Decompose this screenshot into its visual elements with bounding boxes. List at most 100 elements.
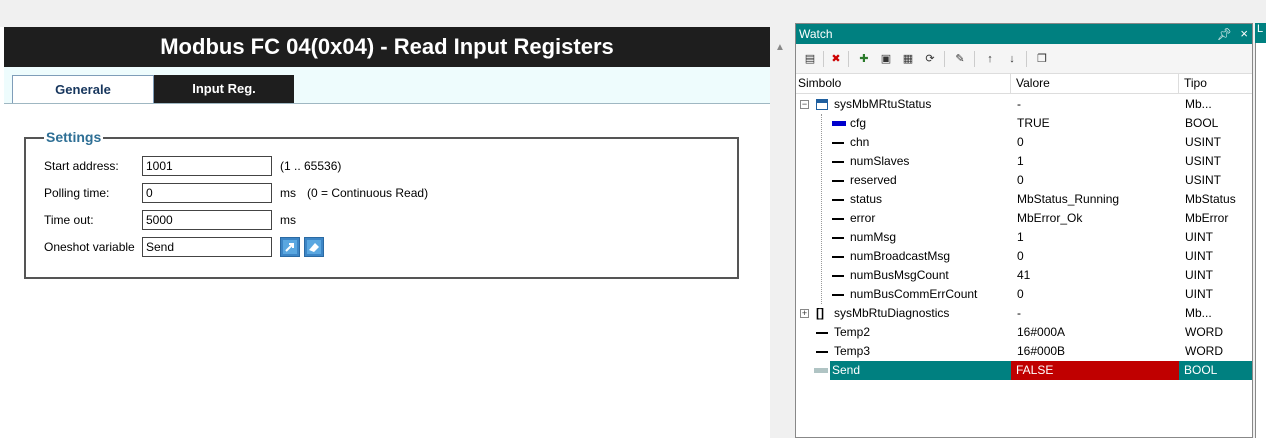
tab-input-reg[interactable]: Input Reg. xyxy=(154,75,294,104)
variable-icon xyxy=(832,256,844,258)
row-symbol-cell: cfg xyxy=(796,114,1011,133)
table-row[interactable]: status MbStatus_Running MbStatus xyxy=(796,190,1252,209)
toolbar-divider xyxy=(1026,51,1027,67)
variable-icon xyxy=(832,180,844,182)
arrow-select-icon xyxy=(283,240,297,254)
toolbar-divider xyxy=(823,51,824,67)
expand-icon[interactable]: + xyxy=(800,309,809,318)
row-symbol-cell: chn xyxy=(796,133,1011,152)
row-type: WORD xyxy=(1185,344,1223,358)
clear-variable-button[interactable] xyxy=(304,237,324,257)
row-symbol-cell: + [] sysMbRtuDiagnostics xyxy=(796,304,1011,323)
row-type: BOOL xyxy=(1185,116,1219,130)
clear-icon[interactable]: ✎ xyxy=(952,52,968,66)
row-type: WORD xyxy=(1185,325,1223,339)
add-watch-icon[interactable]: ✚ xyxy=(856,52,872,66)
row-value[interactable]: - xyxy=(1016,304,1178,323)
scroll-up-icon[interactable]: ▲ xyxy=(775,42,785,53)
side-panel-stub xyxy=(1255,23,1266,438)
row-symbol-cell: numSlaves xyxy=(796,152,1011,171)
row-value[interactable]: 41 xyxy=(1016,266,1178,285)
row-symbol: Send xyxy=(832,363,861,377)
table-row[interactable]: − sysMbMRtuStatus - Mb... xyxy=(796,95,1252,114)
column-header-simbolo[interactable]: Simbolo xyxy=(796,74,1011,94)
start-address-input[interactable] xyxy=(142,156,272,176)
variable-icon xyxy=(832,275,844,277)
oneshot-label: Oneshot variable xyxy=(44,240,135,254)
row-value[interactable]: FALSE xyxy=(1011,361,1179,380)
watch-panel: Watch 📌︎ × ▤ ✖ ✚ ▣ ▦ ⟳ ✎ ↑ ↓ ❐ Simbolo V… xyxy=(795,23,1253,438)
time-out-input[interactable] xyxy=(142,210,272,230)
row-symbol: Temp3 xyxy=(834,344,871,358)
time-out-unit: ms xyxy=(280,213,296,227)
load-icon[interactable]: ▦ xyxy=(900,52,916,66)
polling-time-unit: ms xyxy=(280,186,296,200)
row-symbol: sysMbMRtuStatus xyxy=(834,97,932,111)
close-icon[interactable]: × xyxy=(1240,24,1248,44)
table-row[interactable]: reserved 0 USINT xyxy=(796,171,1252,190)
row-symbol: chn xyxy=(850,135,870,149)
row-type: MbError xyxy=(1185,211,1229,225)
table-row[interactable]: numBusMsgCount 41 UINT xyxy=(796,266,1252,285)
row-type: UINT xyxy=(1185,268,1213,282)
table-row[interactable]: numMsg 1 UINT xyxy=(796,228,1252,247)
row-symbol: numMsg xyxy=(850,230,897,244)
row-value[interactable]: 0 xyxy=(1016,285,1178,304)
move-down-icon[interactable]: ↓ xyxy=(1004,52,1020,66)
row-value[interactable]: 0 xyxy=(1016,171,1178,190)
table-row[interactable]: Temp3 16#000B WORD xyxy=(796,342,1252,361)
editor-body: Settings Start address: (1 .. 65536) Pol… xyxy=(4,103,770,438)
row-value[interactable]: TRUE xyxy=(1016,114,1178,133)
watch-title-bar: Watch 📌︎ × xyxy=(796,24,1252,44)
table-row[interactable]: cfg TRUE BOOL xyxy=(796,114,1252,133)
pin-icon[interactable]: 📌︎ xyxy=(1217,24,1232,44)
table-row[interactable]: numBroadcastMsg 0 UINT xyxy=(796,247,1252,266)
table-row[interactable]: numSlaves 1 USINT xyxy=(796,152,1252,171)
bool-false-icon xyxy=(814,368,828,373)
row-symbol: Temp2 xyxy=(834,325,871,339)
start-address-range: (1 .. 65536) xyxy=(280,159,342,173)
tab-generale[interactable]: Generale xyxy=(12,75,154,105)
row-value[interactable]: 0 xyxy=(1016,133,1178,152)
app-window: Modbus FC 04(0x04) - Read Input Register… xyxy=(0,0,1266,438)
watch-toolbar: ▤ ✖ ✚ ▣ ▦ ⟳ ✎ ↑ ↓ ❐ xyxy=(796,44,1252,74)
row-value[interactable]: 0 xyxy=(1016,247,1178,266)
row-type: BOOL xyxy=(1184,363,1218,377)
refresh-icon[interactable]: ⟳ xyxy=(922,52,938,66)
column-header-tipo[interactable]: Tipo xyxy=(1179,74,1252,94)
table-row[interactable]: + [] sysMbRtuDiagnostics - Mb... xyxy=(796,304,1252,323)
table-row[interactable]: Send FALSE BOOL xyxy=(796,361,1252,380)
polling-time-hint: (0 = Continuous Read) xyxy=(307,186,429,200)
table-row[interactable]: error MbError_Ok MbError xyxy=(796,209,1252,228)
row-value[interactable]: MbStatus_Running xyxy=(1016,190,1178,209)
collapse-icon[interactable]: − xyxy=(800,100,809,109)
save-icon[interactable]: ▣ xyxy=(878,52,894,66)
table-row[interactable]: chn 0 USINT xyxy=(796,133,1252,152)
row-symbol: numBusCommErrCount xyxy=(850,287,978,301)
remove-watch-icon[interactable]: ✖ xyxy=(828,52,844,66)
time-out-label: Time out: xyxy=(44,213,94,227)
copy-icon[interactable]: ❐ xyxy=(1034,52,1050,66)
row-value[interactable]: 16#000B xyxy=(1016,342,1178,361)
row-symbol-cell: − sysMbMRtuStatus xyxy=(796,95,1011,114)
row-value[interactable]: 1 xyxy=(1016,228,1178,247)
page-title: Modbus FC 04(0x04) - Read Input Register… xyxy=(4,27,770,67)
oneshot-input[interactable] xyxy=(142,237,272,257)
row-value[interactable]: - xyxy=(1016,95,1178,114)
editor-scrollbar[interactable] xyxy=(770,27,787,438)
table-row[interactable]: numBusCommErrCount 0 UINT xyxy=(796,285,1252,304)
row-symbol: sysMbRtuDiagnostics xyxy=(834,306,950,320)
row-value[interactable]: 1 xyxy=(1016,152,1178,171)
variable-icon xyxy=(816,332,828,334)
polling-time-input[interactable] xyxy=(142,183,272,203)
table-row[interactable]: Temp2 16#000A WORD xyxy=(796,323,1252,342)
move-up-icon[interactable]: ↑ xyxy=(982,52,998,66)
column-header-valore[interactable]: Valore xyxy=(1011,74,1179,94)
row-type: Mb... xyxy=(1185,97,1212,111)
row-symbol: reserved xyxy=(850,173,897,187)
row-value[interactable]: 16#000A xyxy=(1016,323,1178,342)
row-value[interactable]: MbError_Ok xyxy=(1016,209,1178,228)
watch-title: Watch xyxy=(799,27,833,41)
select-variable-button[interactable] xyxy=(280,237,300,257)
properties-icon[interactable]: ▤ xyxy=(802,52,818,66)
